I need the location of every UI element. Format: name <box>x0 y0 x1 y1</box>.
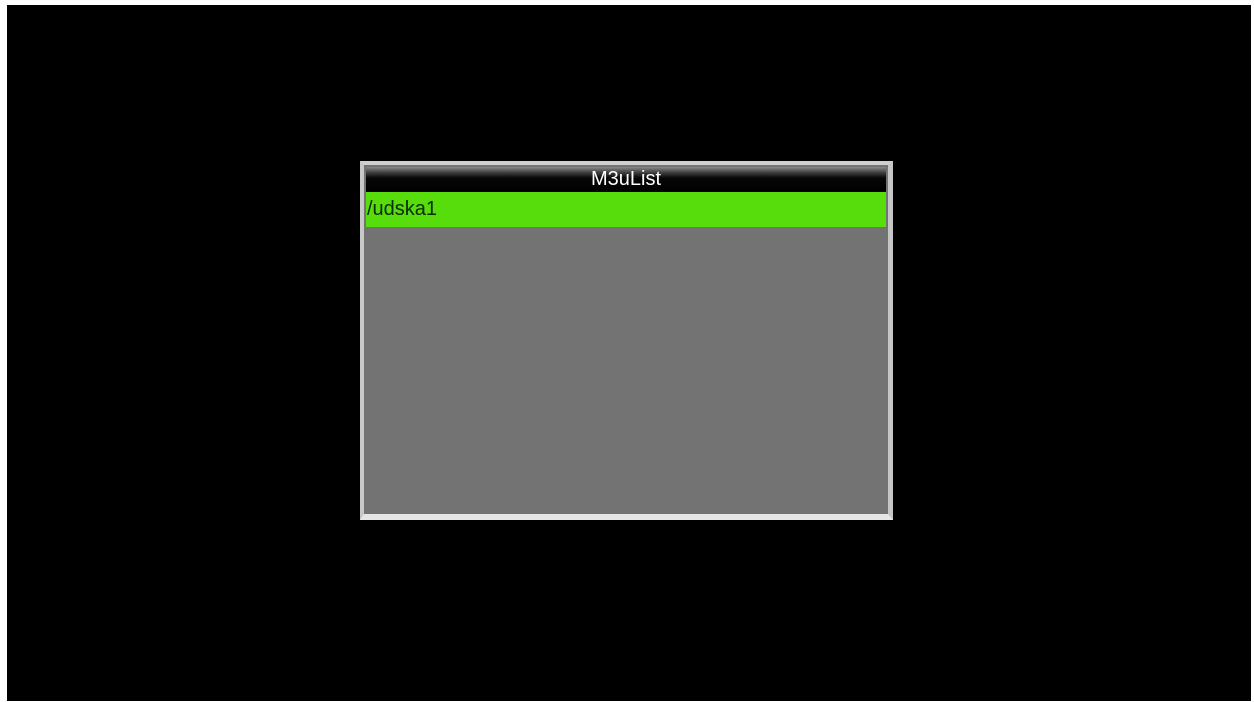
list-item-label: /udska1 <box>367 198 438 220</box>
list-item[interactable]: /udska1 <box>366 192 886 227</box>
m3u-list-dialog: M3uList /udska1 <box>360 161 893 520</box>
dialog-title: M3uList <box>366 167 886 192</box>
m3u-file-list: /udska1 <box>366 192 886 512</box>
tv-screen: M3uList /udska1 <box>7 5 1251 701</box>
